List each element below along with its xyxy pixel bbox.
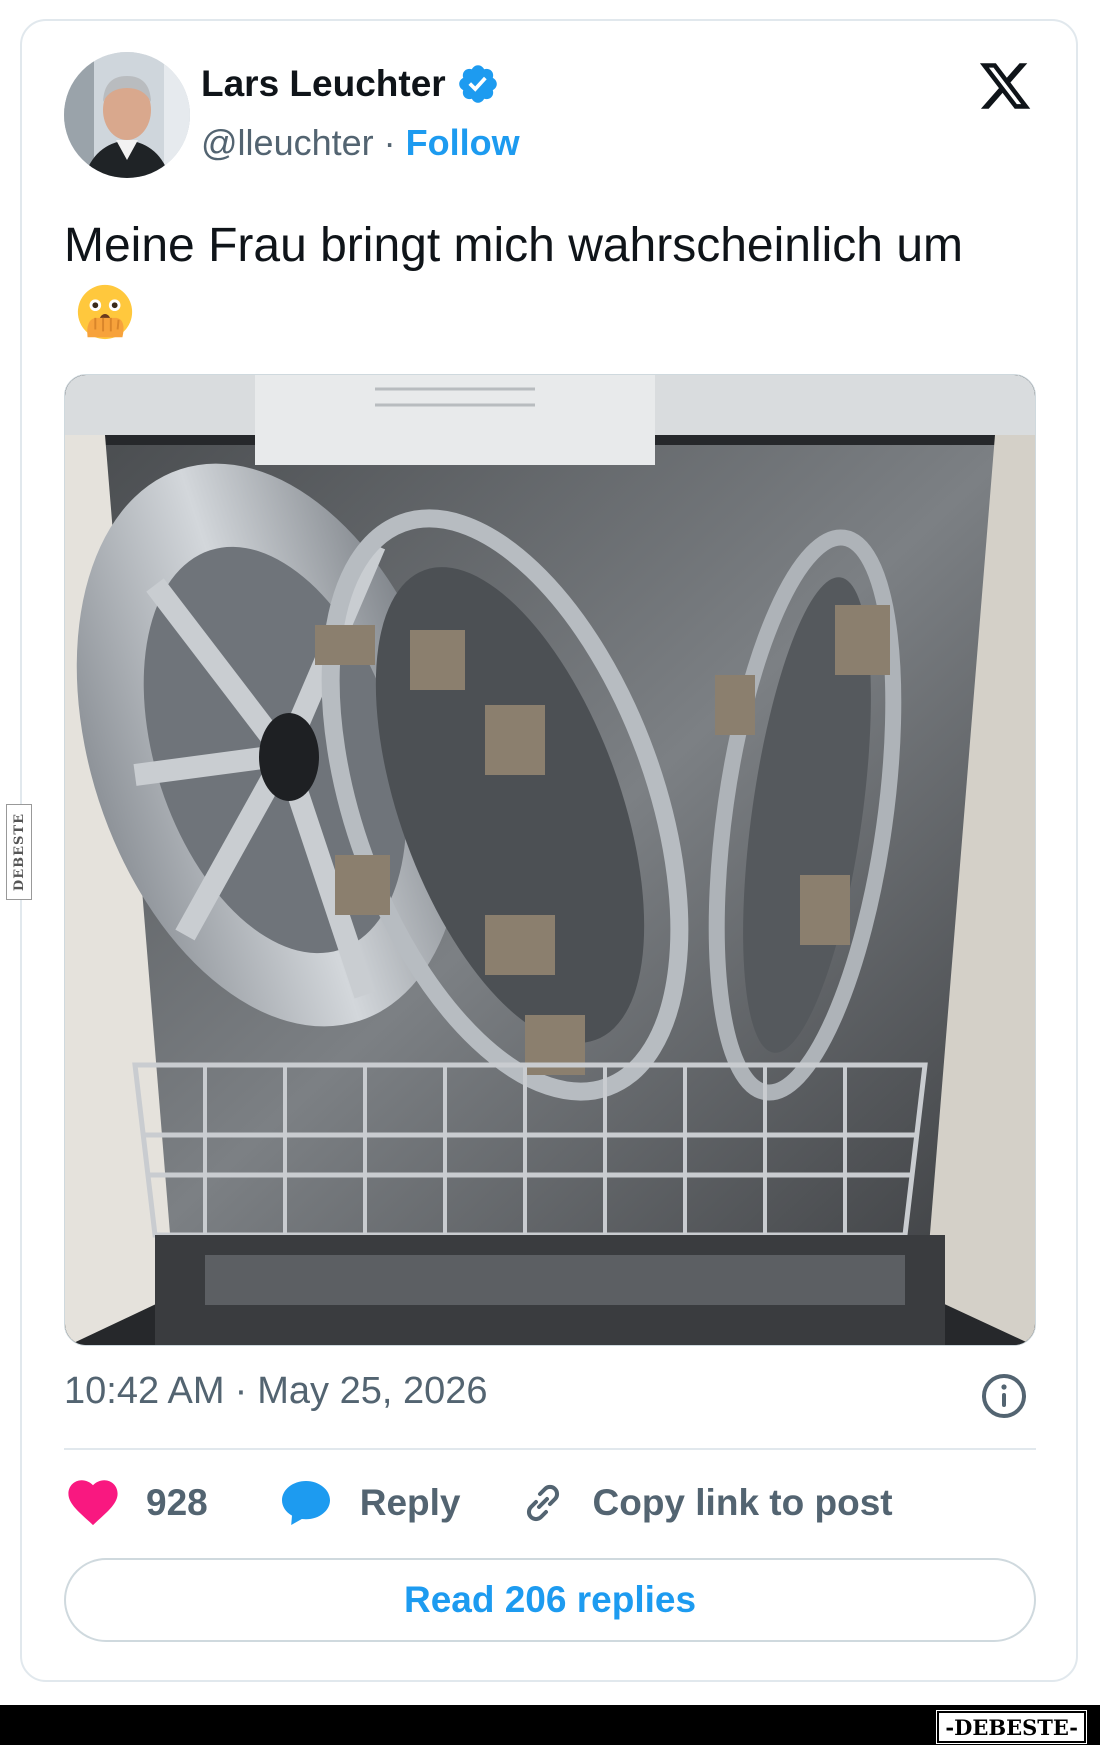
side-watermark: DEBESTE xyxy=(6,804,32,900)
reply-label: Reply xyxy=(359,1482,461,1523)
tweet-date: May 25, 2026 xyxy=(257,1370,488,1412)
bottom-watermark-logo: -DEBESTE- xyxy=(936,1710,1087,1744)
info-icon[interactable] xyxy=(980,1372,1028,1420)
tweet-body: Meine Frau bringt mich wahrscheinlich um xyxy=(64,219,964,272)
heart-icon xyxy=(68,1480,118,1526)
face-with-open-eyes-and-hand-over-mouth-icon xyxy=(77,284,133,340)
handle-separator: · xyxy=(383,122,396,163)
copy-link-button[interactable]: Copy link to post xyxy=(519,1479,893,1527)
read-replies-button[interactable]: Read 206 replies xyxy=(64,1558,1036,1642)
avatar-photo xyxy=(64,52,190,178)
timestamp[interactable]: 10:42 AM · May 25, 2026 xyxy=(64,1370,487,1413)
verified-badge-icon xyxy=(458,65,497,103)
bottom-watermark-bar: -DEBESTE- xyxy=(0,1705,1100,1745)
reply-button[interactable]: Reply xyxy=(280,1478,461,1528)
side-watermark-text: DEBESTE xyxy=(11,812,27,892)
time-separator: · xyxy=(234,1370,248,1412)
copy-link-label: Copy link to post xyxy=(592,1482,893,1523)
tweet-time: 10:42 AM xyxy=(64,1370,225,1412)
tweet-photo[interactable] xyxy=(64,374,1036,1346)
tweet-text: Meine Frau bringt mich wahrscheinlich um xyxy=(64,212,1004,348)
x-logo-icon[interactable] xyxy=(976,58,1034,114)
avatar[interactable] xyxy=(64,52,190,178)
author-name[interactable]: Lars Leuchter xyxy=(201,63,446,105)
reply-icon xyxy=(281,1481,330,1525)
link-icon xyxy=(526,1484,559,1522)
like-count: 928 xyxy=(146,1482,208,1523)
like-button[interactable]: 928 xyxy=(68,1480,208,1526)
dishwasher-with-hubcaps-photo xyxy=(65,375,1035,1345)
divider xyxy=(64,1448,1036,1450)
action-bar: 928 Reply Copy link to post xyxy=(68,1476,893,1530)
read-replies-label: Read 206 replies xyxy=(403,1579,697,1620)
author-handle[interactable]: @lleuchter xyxy=(201,122,374,164)
bottom-watermark-text: -DEBESTE- xyxy=(945,1714,1078,1740)
follow-button[interactable]: Follow xyxy=(406,122,520,164)
